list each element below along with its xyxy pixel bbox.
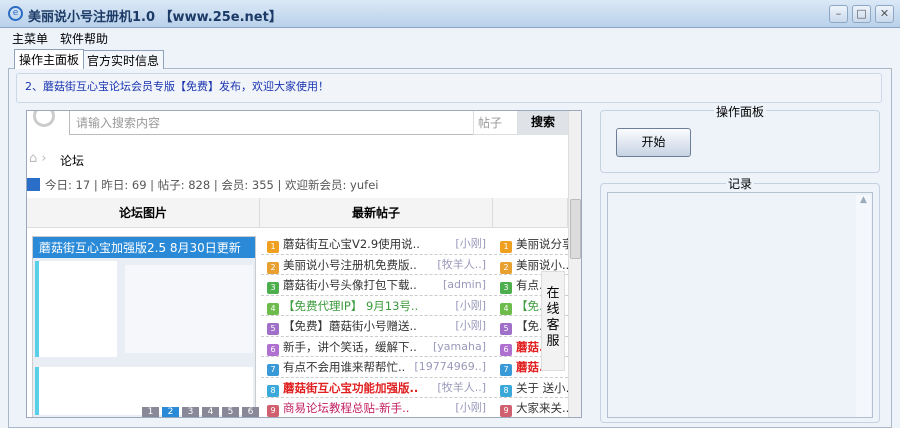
- rank-badge-icon: 8: [500, 384, 512, 397]
- page-1[interactable]: 1: [142, 407, 159, 417]
- rank-badge-icon: 3: [500, 282, 512, 294]
- menu-help[interactable]: 软件帮助: [60, 30, 108, 47]
- rank-badge-icon: 6: [500, 343, 512, 356]
- search-icon: [33, 111, 55, 127]
- latest-posts-list: 1 蘑菇街互心宝V2.9使用说.. [小刚] 2 美丽说小号注册机免费版.. [牧羊人..…: [261, 234, 492, 417]
- post-author[interactable]: [小刚]: [455, 398, 486, 417]
- app-icon: e: [8, 6, 23, 21]
- rank-badge-icon: 1: [267, 241, 279, 253]
- post-title[interactable]: 关于 送小..: [516, 381, 568, 395]
- rank-badge-icon: 9: [267, 405, 279, 417]
- scrollbar-thumb[interactable]: [570, 199, 581, 259]
- column-header-images: 论坛图片: [27, 198, 260, 228]
- page-4[interactable]: 4: [202, 407, 219, 417]
- post-row[interactable]: 8 蘑菇街互心宝功能加强版.. [牧羊人..]: [261, 378, 492, 398]
- menu-main[interactable]: 主菜单: [12, 30, 48, 47]
- rank-badge-icon: 4: [500, 302, 512, 315]
- close-button[interactable]: ✕: [875, 5, 894, 23]
- stats-icon: [27, 178, 40, 191]
- post-author[interactable]: [牧羊人..]: [437, 255, 486, 275]
- forum-stats: 今日: 17 | 昨日: 69 | 帖子: 828 | 会员: 355 | 欢迎…: [45, 178, 379, 192]
- rank-badge-icon: 4: [267, 302, 279, 315]
- rank-badge-icon: 5: [500, 323, 512, 335]
- post-author[interactable]: [小刚]: [455, 316, 486, 336]
- post-row[interactable]: 4 【免费代理IP】 9月13号.. [小刚]: [261, 296, 492, 316]
- post-title[interactable]: 美丽说小..: [516, 258, 568, 272]
- search-input[interactable]: 请输入搜索内容: [69, 111, 474, 135]
- rank-badge-icon: 3: [267, 282, 279, 294]
- forum-browser: 请输入搜索内容 帖子 搜索 ⌂ › 论坛 今日: 17 | 昨日: 69 | 帖…: [26, 110, 582, 418]
- post-author[interactable]: [小刚]: [455, 234, 486, 254]
- breadcrumb[interactable]: 论坛: [60, 152, 84, 169]
- post-row[interactable]: 9 大家来关..: [494, 398, 568, 417]
- start-button[interactable]: 开始: [616, 128, 691, 157]
- search-button[interactable]: 搜索: [518, 111, 568, 135]
- log-listbox[interactable]: ▲: [607, 192, 873, 418]
- post-title[interactable]: 大家来关..: [516, 401, 568, 415]
- page-3[interactable]: 3: [182, 407, 199, 417]
- browser-scrollbar[interactable]: [568, 111, 581, 417]
- page-5[interactable]: 5: [222, 407, 239, 417]
- post-title[interactable]: 蘑菇街小号头像打包下载..: [283, 278, 417, 292]
- post-title[interactable]: 新手，讲个笑话，缓解下..: [283, 340, 417, 354]
- image-pager: 1 2 3 4 5 6: [142, 407, 259, 417]
- post-row[interactable]: 9 商易论坛教程总贴-新手.. [小刚]: [261, 398, 492, 417]
- tab-official-info[interactable]: 官方实时信息: [82, 50, 165, 69]
- control-panel-title: 操作面板: [714, 103, 767, 120]
- minimize-button[interactable]: –: [829, 5, 848, 23]
- rank-badge-icon: 9: [500, 405, 512, 417]
- rank-badge-icon: 7: [267, 364, 279, 376]
- online-service-widget[interactable]: 在线客服: [541, 271, 565, 371]
- post-author[interactable]: [yamaha]: [433, 337, 486, 357]
- post-author[interactable]: [admin]: [443, 275, 486, 295]
- post-title[interactable]: 有点不会用谁来帮帮忙..: [283, 360, 405, 374]
- post-title[interactable]: 【免费代理IP】 9月13号..: [283, 299, 418, 313]
- post-title[interactable]: 蘑菇街互心宝功能加强版..: [283, 381, 418, 395]
- post-row[interactable]: 1 蘑菇街互心宝V2.9使用说.. [小刚]: [261, 234, 492, 255]
- page-6[interactable]: 6: [242, 407, 259, 417]
- post-author[interactable]: [19774969..]: [414, 357, 486, 377]
- post-title[interactable]: 美丽说小号注册机免费版..: [283, 258, 417, 272]
- home-icon[interactable]: ⌂ ›: [29, 151, 47, 166]
- rank-badge-icon: 7: [500, 364, 512, 376]
- column-header-posts: 最新帖子: [260, 198, 493, 228]
- rank-badge-icon: 2: [267, 261, 279, 274]
- forum-image[interactable]: 蘑菇街互心宝加强版2.5 8月30日更新: [32, 236, 256, 417]
- scroll-up-icon[interactable]: ▲: [856, 195, 871, 205]
- post-title[interactable]: 商易论坛教程总贴-新手..: [283, 401, 409, 415]
- page-2[interactable]: 2: [162, 407, 179, 417]
- post-row[interactable]: 7 有点不会用谁来帮帮忙.. [19774969..]: [261, 357, 492, 378]
- post-title[interactable]: 【免费】蘑菇街小号赠送..: [283, 319, 417, 333]
- column-header-extra: [493, 198, 568, 228]
- rank-badge-icon: 1: [500, 241, 512, 253]
- announcement-banner: 2、蘑菇街互心宝论坛会员专版【免费】发布，欢迎大家使用！: [16, 73, 882, 103]
- post-title[interactable]: 美丽说分享..: [516, 237, 568, 251]
- image-caption: 蘑菇街互心宝加强版2.5 8月30日更新: [33, 237, 255, 258]
- post-author[interactable]: [小刚]: [455, 296, 486, 316]
- window-title: 美丽说小号注册机1.0 【www.25e.net】: [28, 10, 282, 25]
- post-row[interactable]: 1 美丽说分享..: [494, 234, 568, 255]
- post-author[interactable]: [牧羊人..]: [437, 378, 486, 398]
- tab-main-panel[interactable]: 操作主面板: [14, 49, 85, 69]
- rank-badge-icon: 5: [267, 323, 279, 335]
- post-title[interactable]: 蘑菇街互心宝V2.9使用说..: [283, 237, 420, 251]
- rank-badge-icon: 8: [267, 384, 279, 397]
- post-row[interactable]: 6 新手，讲个笑话，缓解下.. [yamaha]: [261, 337, 492, 357]
- rank-badge-icon: 2: [500, 261, 512, 274]
- post-row[interactable]: 3 蘑菇街小号头像打包下载.. [admin]: [261, 275, 492, 296]
- log-scrollbar[interactable]: ▲: [856, 195, 871, 417]
- post-row[interactable]: 8 关于 送小..: [494, 378, 568, 398]
- post-row[interactable]: 2 美丽说小号注册机免费版.. [牧羊人..]: [261, 255, 492, 275]
- log-title: 记录: [726, 175, 755, 192]
- rank-badge-icon: 6: [267, 343, 279, 356]
- announcement-text[interactable]: 2、蘑菇街互心宝论坛会员专版【免费】发布，欢迎大家使用！: [25, 78, 329, 94]
- post-row[interactable]: 5 【免费】蘑菇街小号赠送.. [小刚]: [261, 316, 492, 337]
- search-type-select[interactable]: 帖子: [473, 111, 518, 135]
- maximize-button[interactable]: □: [852, 5, 871, 23]
